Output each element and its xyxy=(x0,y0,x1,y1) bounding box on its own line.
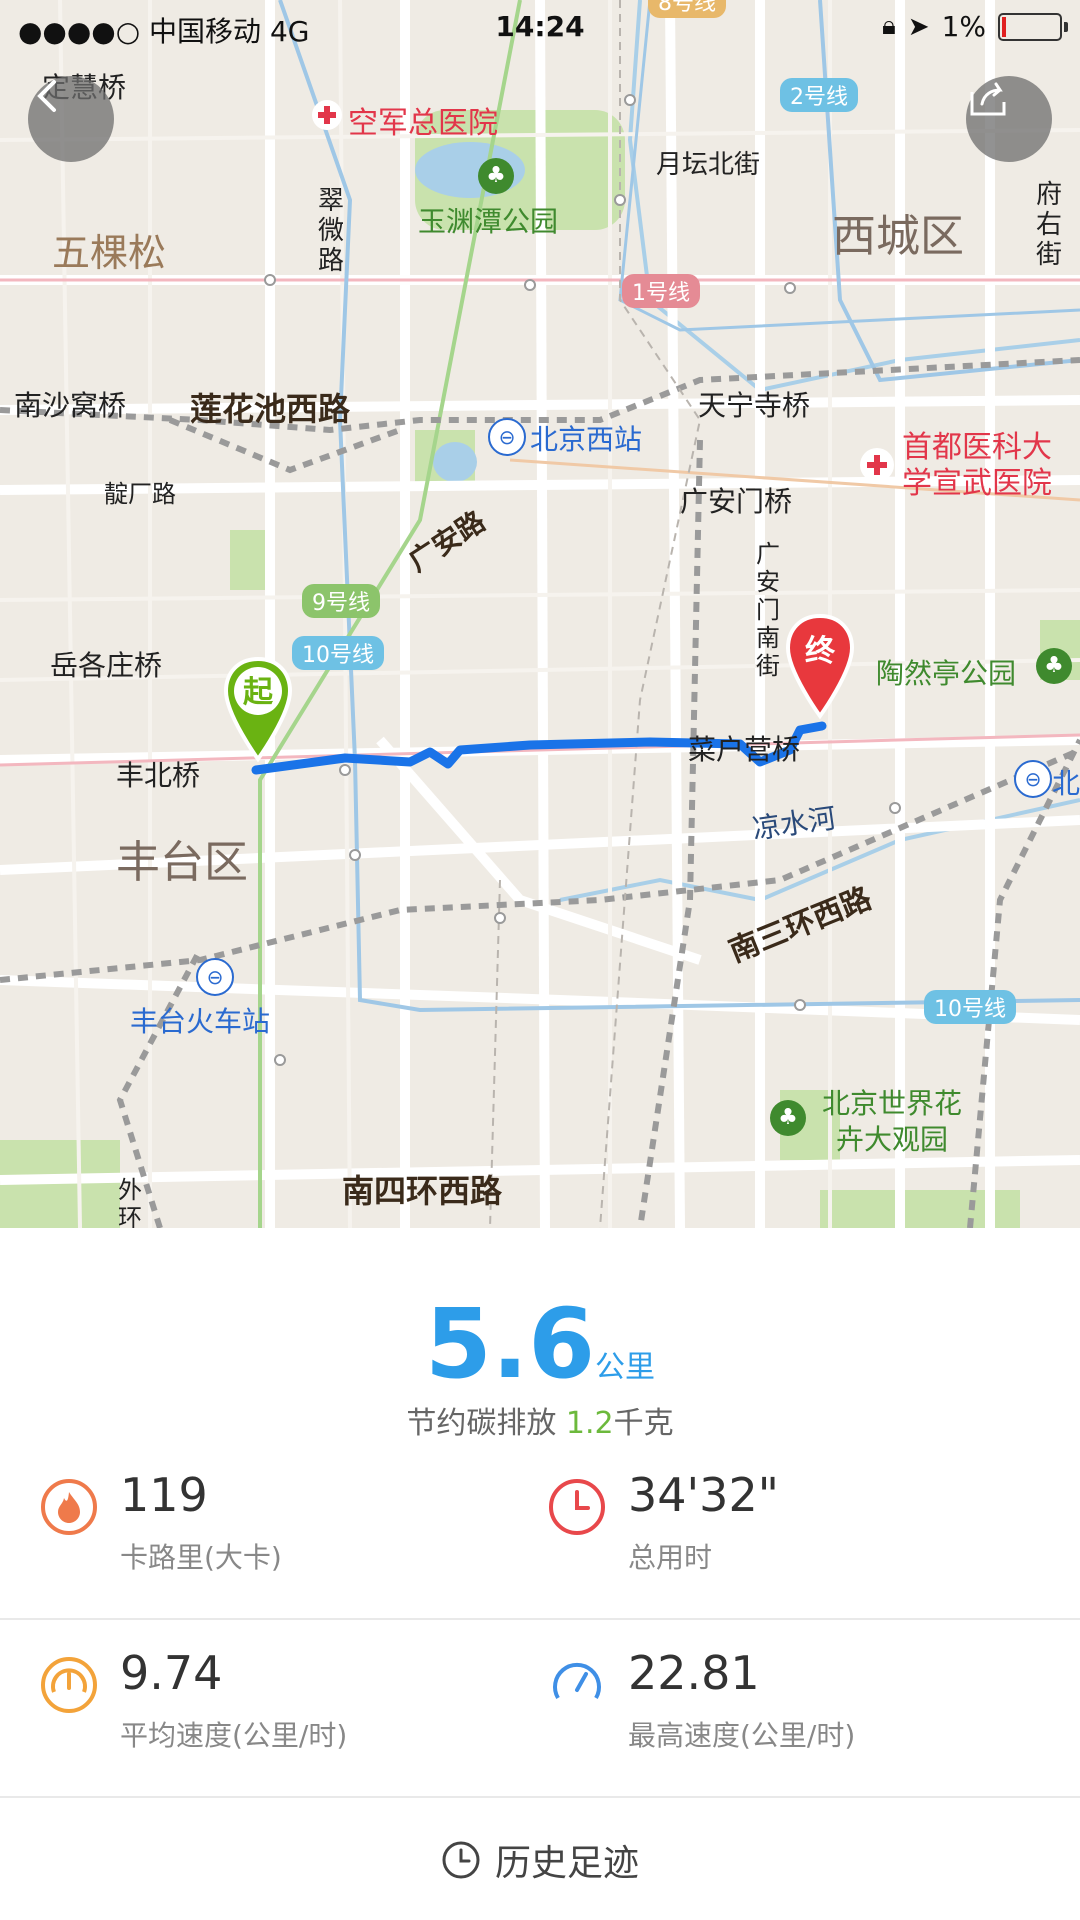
park-icon: ♣ xyxy=(1036,648,1072,684)
clock-icon xyxy=(549,1479,605,1535)
stat-value: 119 xyxy=(120,1468,208,1522)
map-label: 府右街 xyxy=(1036,180,1063,270)
stat-caption: 平均速度(公里/时) xyxy=(120,1719,348,1752)
distance-value: 5.6 xyxy=(424,1288,596,1400)
divider xyxy=(0,1618,1080,1620)
map-label: 玉渊潭公园 xyxy=(418,205,559,238)
map-label: 丰北桥 xyxy=(116,759,201,792)
duration-stat: 34'32" 总用时 xyxy=(548,1468,1068,1598)
stat-caption: 最高速度(公里/时) xyxy=(628,1719,856,1752)
flame-icon xyxy=(41,1479,97,1535)
history-button[interactable]: 历史足迹 xyxy=(0,1820,1080,1900)
map-label: 广安门桥 xyxy=(680,485,793,518)
park-icon: ♣ xyxy=(770,1100,806,1136)
clock-icon xyxy=(442,1841,480,1879)
calories-stat: 119 卡路里(大卡) xyxy=(40,1468,560,1598)
status-right: 🔒︎ ➤ 1% xyxy=(881,10,1068,43)
stat-value: 22.81 xyxy=(628,1646,760,1700)
subway-line-badge: 10号线 xyxy=(924,990,1016,1024)
map-label: 外环 xyxy=(118,1176,142,1228)
avg-speed-stat: 9.74 平均速度(公里/时) xyxy=(40,1646,560,1776)
chevron-left-icon xyxy=(37,80,56,112)
park-icon: ♣ xyxy=(478,158,514,194)
subway-line-badge: 9号线 xyxy=(302,584,380,618)
map-label: 月坛北街 xyxy=(656,150,761,180)
map-label: 翠微路 xyxy=(318,186,345,276)
map-canvas xyxy=(0,0,1080,1228)
carbon-prefix: 节约碳排放 xyxy=(406,1406,566,1441)
max-speed-stat: 22.81 最高速度(公里/时) xyxy=(548,1646,1068,1776)
subway-line-badge: 2号线 xyxy=(780,78,858,112)
carbon-value: 1.2 xyxy=(565,1406,614,1441)
map-label: 北京西站 xyxy=(530,423,643,456)
location-arrow-icon: ➤ xyxy=(907,11,930,42)
map-label: 陶然亭公园 xyxy=(876,657,1017,690)
map-label: 岳各庄桥 xyxy=(50,649,163,682)
map-label: 靛厂路 xyxy=(104,480,176,508)
share-button[interactable] xyxy=(966,76,1052,162)
start-marker[interactable]: 起 xyxy=(222,655,294,765)
battery-icon xyxy=(998,12,1068,41)
map-label: 五棵松 xyxy=(52,231,167,275)
stat-caption: 卡路里(大卡) xyxy=(120,1541,282,1574)
route-map[interactable]: 起 终 定慧桥 空军总医院 ♣ 玉渊潭公园 月坛北街 西城区 五棵松 翠微路 府… xyxy=(0,0,1080,1228)
map-label: 天宁寺桥 xyxy=(698,389,811,422)
map-label: 南四环西路 xyxy=(342,1172,503,1210)
carbon-saving: 节约碳排放 1.2千克 xyxy=(0,1398,1080,1442)
end-marker-label: 终 xyxy=(805,634,835,669)
hospital-icon xyxy=(860,448,894,482)
train-station-icon: ⊖ xyxy=(488,418,526,456)
map-label: 菜户营桥 xyxy=(688,733,801,766)
map-label: 首都医科大学宣武医院 xyxy=(902,430,1052,501)
stat-value: 9.74 xyxy=(120,1646,223,1700)
train-station-icon: ⊖ xyxy=(1014,760,1052,798)
hospital-icon xyxy=(312,100,342,130)
map-label: 北京世界花卉大观园 xyxy=(821,1087,962,1156)
distance-unit: 公里 xyxy=(595,1350,656,1385)
carbon-unit: 千克 xyxy=(613,1406,674,1441)
back-button[interactable] xyxy=(28,76,114,162)
subway-line-badge: 10号线 xyxy=(292,636,384,670)
subway-line-badge: 1号线 xyxy=(622,274,700,308)
map-label: 丰台区 xyxy=(116,837,248,888)
status-bar: ●●●●○ 中国移动 4G 14:24 🔒︎ ➤ 1% xyxy=(0,0,1080,56)
map-label: 北 xyxy=(1052,767,1080,800)
map-label: 广安门南街 xyxy=(756,540,780,680)
map-label: 南沙窝桥 xyxy=(14,389,127,422)
stat-value: 34'32" xyxy=(628,1468,779,1522)
map-label: 西城区 xyxy=(832,211,964,262)
map-label: 丰台火车站 xyxy=(130,1005,271,1038)
battery-percent: 1% xyxy=(941,10,986,43)
train-station-icon: ⊖ xyxy=(196,958,234,996)
speedometer-max-icon xyxy=(553,1662,601,1700)
map-label: 空军总医院 xyxy=(348,106,498,141)
speedometer-icon xyxy=(41,1657,97,1713)
map-label: 莲花池西路 xyxy=(190,390,351,428)
distance: 5.6公里 xyxy=(0,1288,1080,1400)
start-marker-label: 起 xyxy=(243,675,273,710)
orientation-lock-icon: 🔒︎ xyxy=(881,11,896,41)
history-label: 历史足迹 xyxy=(494,1843,639,1884)
divider xyxy=(0,1796,1080,1798)
share-icon xyxy=(970,82,1006,116)
end-marker[interactable]: 终 xyxy=(784,612,856,722)
stat-caption: 总用时 xyxy=(628,1541,713,1574)
